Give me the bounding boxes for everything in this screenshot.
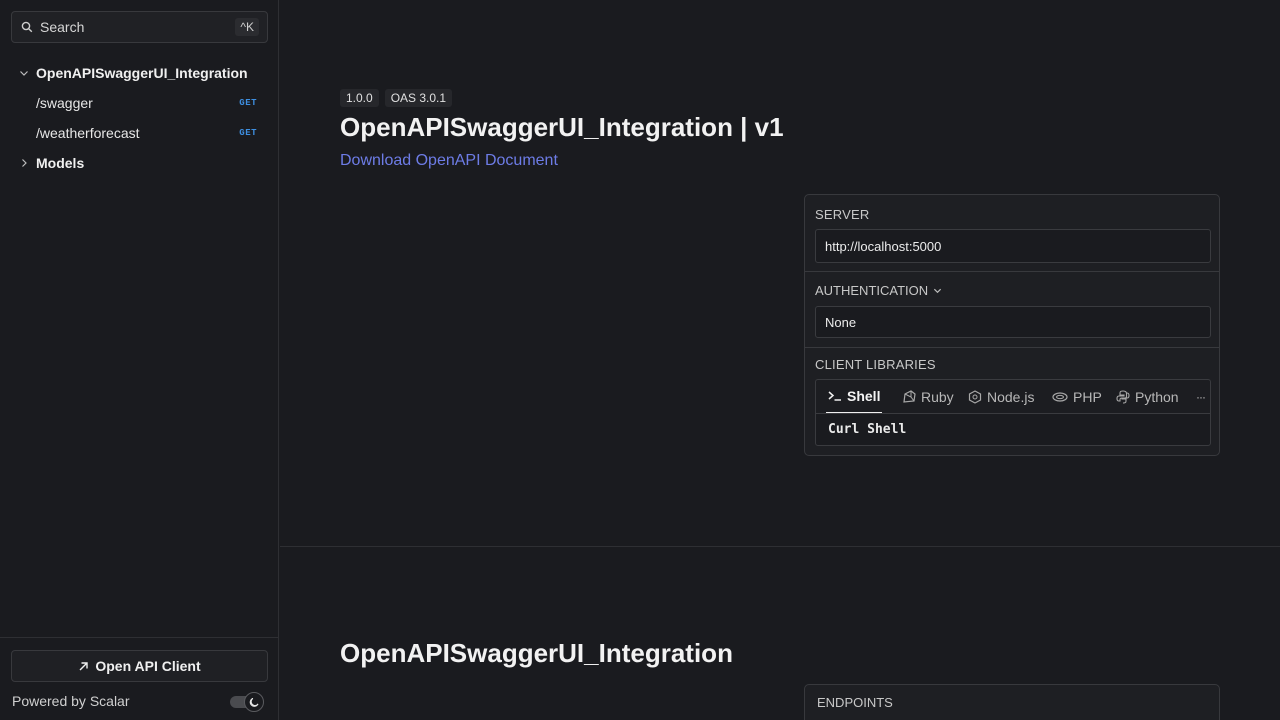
server-label: SERVER [815,207,870,222]
tab-label: Python [1135,389,1179,405]
authentication-label: AUTHENTICATION [815,283,929,298]
tab-shell[interactable]: Shell [826,380,883,414]
oas-badge: OAS 3.0.1 [384,89,453,107]
code-example: Curl Shell [815,413,1211,446]
sidebar-item-label: /swagger [36,95,93,111]
arrow-up-right-icon [78,661,89,672]
tab-label: PHP [1073,389,1102,405]
sidebar-item-weatherforecast[interactable]: /weatherforecast GET [0,118,279,148]
sidebar-item-label: OpenAPISwaggerUI_Integration [36,65,248,81]
auth-select[interactable]: None [815,306,1211,338]
client-library-tabs: Shell Ruby Node.js PHP Python ··· [815,379,1211,414]
ruby-icon [902,390,916,404]
search-label: Search [40,19,85,35]
download-openapi-link[interactable]: Download OpenAPI Document [340,152,558,170]
sidebar-footer: Open API Client Powered by Scalar [0,637,279,720]
sidebar-item-models[interactable]: Models [0,148,279,178]
tab-ruby[interactable]: Ruby [902,380,954,414]
tab-label: Node.js [987,389,1035,405]
divider [805,347,1219,348]
section-divider [280,546,1280,547]
server-url-field[interactable]: http://localhost:5000 [815,229,1211,263]
client-libraries-label: CLIENT LIBRARIES [815,357,936,372]
page-title: OpenAPISwaggerUI_Integration | v1 [340,112,784,142]
search-shortcut: ^K [235,18,259,36]
nodejs-icon [968,390,982,404]
more-languages-button[interactable]: ··· [1196,380,1206,414]
open-api-client-label: Open API Client [95,658,201,674]
tab-label: Ruby [921,389,954,405]
method-badge: GET [239,98,257,108]
divider [805,271,1219,272]
section-title: OpenAPISwaggerUI_Integration [340,638,733,668]
server-url-value: http://localhost:5000 [825,238,942,254]
sidebar-item-label: Models [36,155,85,171]
main-content: 1.0.0 OAS 3.0.1 OpenAPISwaggerUI_Integra… [280,0,1280,720]
version-badge: 1.0.0 [340,89,379,107]
powered-by-link[interactable]: Powered by Scalar [12,693,130,709]
open-api-client-button[interactable]: Open API Client [11,650,268,682]
authentication-toggle[interactable]: AUTHENTICATION [815,283,942,298]
sidebar-item-swagger[interactable]: /swagger GET [0,88,279,118]
search-icon [20,20,34,34]
endpoints-panel: ENDPOINTS [804,684,1220,720]
method-badge: GET [239,128,257,138]
tab-php[interactable]: PHP [1052,380,1102,414]
tab-nodejs[interactable]: Node.js [968,380,1034,414]
tab-python[interactable]: Python [1116,380,1179,414]
php-icon [1052,391,1068,403]
chevron-down-icon [933,286,942,295]
python-icon [1116,390,1130,404]
request-config-panel: SERVER http://localhost:5000 AUTHENTICAT… [804,194,1220,456]
auth-value: None [825,314,857,330]
sidebar-item-tag-group[interactable]: OpenAPISwaggerUI_Integration [0,58,279,88]
code-example-text: Curl Shell [828,422,907,437]
endpoints-label: ENDPOINTS [817,695,893,710]
chevron-right-icon [18,157,30,169]
terminal-icon [828,390,842,402]
version-badges: 1.0.0 OAS 3.0.1 [340,89,453,107]
sidebar-nav: OpenAPISwaggerUI_Integration /swagger GE… [0,58,279,178]
search-input[interactable]: Search ^K [11,11,268,43]
tab-label: Shell [847,388,881,404]
sidebar: Search ^K OpenAPISwaggerUI_Integration /… [0,0,279,720]
dark-mode-toggle[interactable] [230,692,268,712]
moon-icon [244,692,264,712]
chevron-down-icon [18,67,30,79]
sidebar-item-label: /weatherforecast [36,125,140,141]
